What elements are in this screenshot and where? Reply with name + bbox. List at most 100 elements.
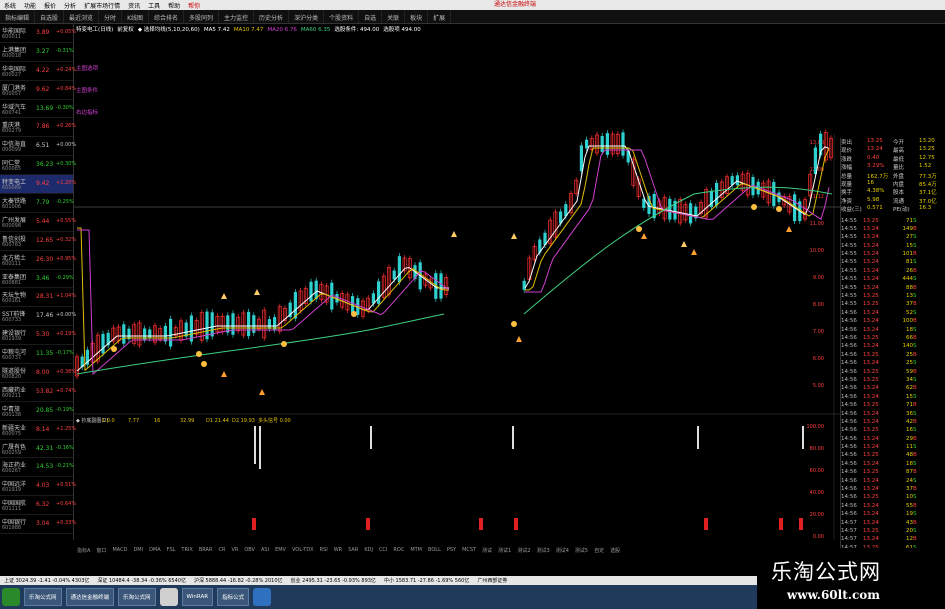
tab[interactable]: 多股同列 — [184, 10, 220, 23]
indicator-tab[interactable]: DMA — [146, 547, 164, 555]
tab[interactable]: 自选股 — [35, 10, 65, 23]
app-icon[interactable] — [253, 588, 272, 606]
indicator-tab[interactable]: BOLL — [425, 547, 444, 555]
indicator-tab[interactable]: KDJ — [361, 547, 376, 555]
stock-row[interactable]: 中信海直 000099 6.51 +0.00% — [0, 137, 76, 157]
stock-row[interactable]: 亚泰集团 600881 3.46 -0.29% — [0, 270, 74, 289]
stock-row[interactable]: 华电国际 600027 4.22 +0.24% — [0, 62, 76, 81]
menu-item[interactable]: 资讯 — [124, 1, 144, 10]
stock-row[interactable]: 华能国际 600011 3.89 +0.05% — [0, 24, 76, 43]
indicator-tab[interactable]: MCST — [459, 547, 479, 555]
stock-price: 12.65 — [36, 236, 54, 244]
indicator-tab[interactable]: CR — [215, 547, 228, 555]
taskbar-button[interactable]: 乐淘公式网 — [118, 588, 156, 606]
tab[interactable]: 分时 — [99, 10, 123, 23]
tab[interactable]: 主力监控 — [219, 10, 255, 23]
menu-item[interactable]: 工具 — [144, 1, 164, 10]
indicator-tab[interactable]: CCI — [376, 547, 390, 555]
stock-row[interactable]: 中粮屯河 600737 11.35 -0.17% — [0, 345, 74, 365]
indicator-tab[interactable]: 选股 — [607, 547, 623, 555]
stock-row[interactable]: 中国国航 601111 6.32 +0.64% — [0, 496, 76, 516]
kline-chart-area[interactable]: 主图选项 主图条件 右边指标 ◆ 抄底副图(2) 1.0.0 7.77 16 32.99 D1 … — [74, 24, 840, 544]
stock-row[interactable]: 华域汽车 600741 13.69 -0.30% — [0, 100, 74, 119]
indicator-label: D2 19.93 — [232, 418, 255, 424]
indicator-tab[interactable]: 测试 — [479, 547, 495, 555]
menu-item[interactable]: 帮你 — [184, 1, 204, 10]
stock-row[interactable]: 隧道股份 600820 8.00 +0.38% — [0, 364, 76, 383]
indicator-tab[interactable]: PSY — [444, 547, 459, 555]
stock-row[interactable]: 北方稀土 600111 26.30 +0.95% — [0, 251, 76, 270]
tab[interactable]: 最近浏览 — [64, 10, 100, 23]
stock-row[interactable]: 同仁堂 600085 36.23 +0.30% — [0, 156, 76, 176]
stock-price: 17.46 — [36, 312, 54, 320]
stock-row[interactable]: 厦门港务 600057 9.62 +0.84% — [0, 81, 76, 100]
stock-row[interactable]: SST前锋 600733 17.46 +0.00% — [0, 307, 76, 327]
taskbar-button[interactable]: WinRAR — [181, 588, 214, 606]
chrome-icon[interactable] — [159, 588, 178, 606]
menu-item[interactable]: 扩展市场行情 — [80, 1, 124, 10]
indicator-tab[interactable]: 测试4 — [553, 547, 572, 555]
menu-item[interactable]: 系统 — [0, 1, 20, 10]
menu-item[interactable]: 分析 — [60, 1, 80, 10]
taskbar-button[interactable]: 指标公式 — [217, 588, 250, 606]
indicator-tab[interactable]: 测试5 — [572, 547, 591, 555]
start-orb-icon[interactable] — [2, 588, 20, 606]
indicator-tab[interactable]: BRAR — [196, 547, 216, 555]
tab[interactable]: K线图 — [122, 10, 149, 23]
tab[interactable]: 指标编辑 — [0, 10, 36, 23]
indicator-tab[interactable]: MTM — [407, 547, 425, 555]
menu-item[interactable]: 功能 — [20, 1, 40, 10]
indicator-tab[interactable]: TRIX — [178, 547, 195, 555]
taskbar-button[interactable]: 通达信金融终端 — [65, 588, 115, 606]
stock-row[interactable]: 中国银行 601988 3.04 +0.33% — [0, 515, 76, 535]
indicator-tab[interactable]: DMI — [130, 547, 146, 555]
indicator-tab[interactable]: SAR — [345, 547, 361, 555]
stock-row[interactable]: 新疆天业 600075 8.14 +1.25% — [0, 421, 76, 440]
quote-value: 16.3 — [919, 205, 932, 212]
tab[interactable]: 历史分析 — [254, 10, 290, 23]
taskbar-button[interactable]: 乐淘公式网 — [24, 588, 62, 606]
indicator-tab[interactable]: VOL-TDX — [289, 547, 317, 555]
stock-row[interactable]: 海正药业 600267 14.53 -0.21% — [0, 458, 74, 478]
quote-label: 净资 — [841, 198, 853, 205]
indicator-tab[interactable]: 测试3 — [534, 547, 553, 555]
indicator-tab[interactable]: 窗口 — [93, 547, 109, 555]
indicator-tab[interactable]: 测试1 — [495, 547, 514, 555]
menu-item[interactable]: 帮助 — [164, 1, 184, 10]
tab[interactable]: 自选 — [359, 10, 383, 23]
indicator-tab[interactable]: MACD — [109, 547, 130, 555]
stock-row[interactable]: 重庆港 600279 7.86 +0.26% — [0, 118, 76, 138]
candle-body — [247, 311, 251, 337]
indicator-tab[interactable]: EMV — [272, 547, 289, 555]
stock-row[interactable]: 特变电工 600089 9.42 +1.20% — [0, 175, 76, 195]
stock-row[interactable]: 鲁信创投 600783 12.65 +0.32% — [0, 232, 76, 251]
stock-row[interactable]: 上港集团 600018 3.27 -0.31% — [0, 43, 74, 62]
stock-row[interactable]: 天坛生物 600161 28.31 +1.04% — [0, 288, 76, 308]
stock-row[interactable]: 中国远洋 601919 4.03 +0.51% — [0, 477, 76, 497]
tab[interactable]: 关联 — [382, 10, 406, 23]
tab[interactable]: 综合排名 — [149, 10, 185, 23]
stock-row[interactable]: 中青旅 600138 20.85 -0.19% — [0, 402, 74, 421]
tab[interactable]: 板块 — [405, 10, 429, 23]
stock-row[interactable]: 西藏药业 600211 53.82 +0.74% — [0, 383, 76, 402]
candle-body — [267, 319, 271, 329]
quote-label: 今开 — [893, 140, 905, 146]
stock-row[interactable]: 大秦铁路 601006 7.79 -0.25% — [0, 194, 74, 213]
indicator-tab[interactable]: 测试2 — [514, 547, 533, 555]
tab[interactable]: 扩展 — [428, 10, 452, 23]
indicator-tab[interactable]: 自定 — [591, 547, 607, 555]
indicator-tab[interactable]: ROC — [390, 547, 407, 555]
indicator-tab[interactable]: 指标A — [74, 547, 93, 555]
indicator-tab[interactable]: WR — [331, 547, 345, 555]
tab[interactable]: 个股资料 — [324, 10, 360, 23]
stock-row[interactable]: 建设银行 601939 5.30 +0.19% — [0, 326, 76, 346]
indicator-tab[interactable]: OBV — [241, 547, 258, 555]
stock-row[interactable]: 广州发展 600098 5.44 +0.55% — [0, 213, 76, 232]
indicator-tab[interactable]: FSL — [164, 547, 179, 555]
indicator-tab[interactable]: VR — [228, 547, 241, 555]
tab[interactable]: 深沪分类 — [289, 10, 325, 23]
stock-row[interactable]: 广晟有色 600259 42.31 -0.16% — [0, 440, 74, 459]
menu-item[interactable]: 报价 — [40, 1, 60, 10]
indicator-tab[interactable]: ASI — [258, 547, 272, 555]
indicator-tab[interactable]: RSI — [317, 547, 331, 555]
